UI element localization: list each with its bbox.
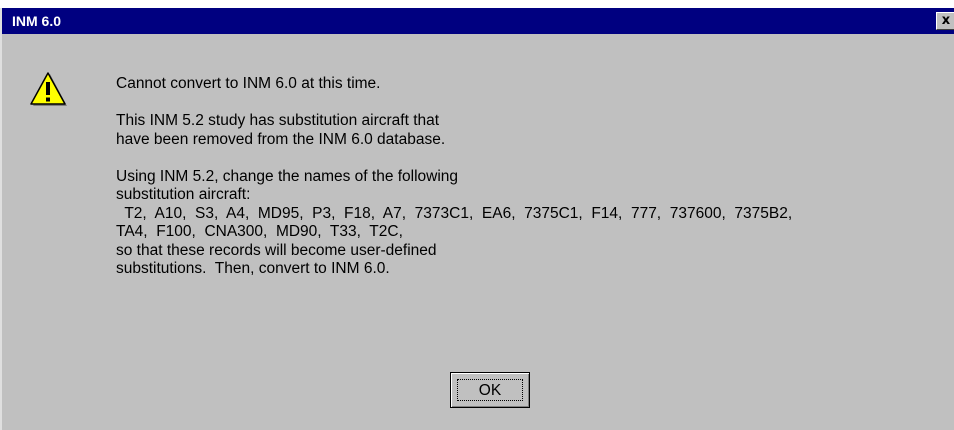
title-bar[interactable]: INM 6.0 x [2, 8, 954, 34]
message-text: Cannot convert to INM 6.0 at this time. … [116, 75, 946, 279]
close-button[interactable]: x [936, 12, 954, 30]
window-title: INM 6.0 [12, 13, 62, 29]
aircraft-list-line: T2, A10, S3, A4, MD95, P3, F18, A7, 7373… [116, 204, 793, 222]
message-line: This INM 5.2 study has substitution airc… [116, 112, 440, 129]
aircraft-list-line: TA4, F100, CNA300, MD90, T33, T2C, [116, 223, 403, 240]
message-line: have been removed from the INM 6.0 datab… [116, 130, 446, 148]
warning-icon [30, 72, 67, 106]
close-icon: x [941, 13, 951, 28]
ok-button[interactable]: OK [450, 372, 530, 408]
message-dialog: INM 6.0 x Cannot convert to INM 6.0 at t… [0, 8, 954, 430]
message-line: substitution aircraft: [116, 186, 251, 203]
message-line: so that these records will become user-d… [116, 241, 437, 259]
ok-button-label: OK [457, 379, 523, 401]
message-line: Cannot convert to INM 6.0 at this time. [116, 75, 381, 92]
message-line: Using INM 5.2, change the names of the f… [116, 167, 459, 185]
message-line: substitutions. Then, convert to INM 6.0. [116, 260, 390, 277]
